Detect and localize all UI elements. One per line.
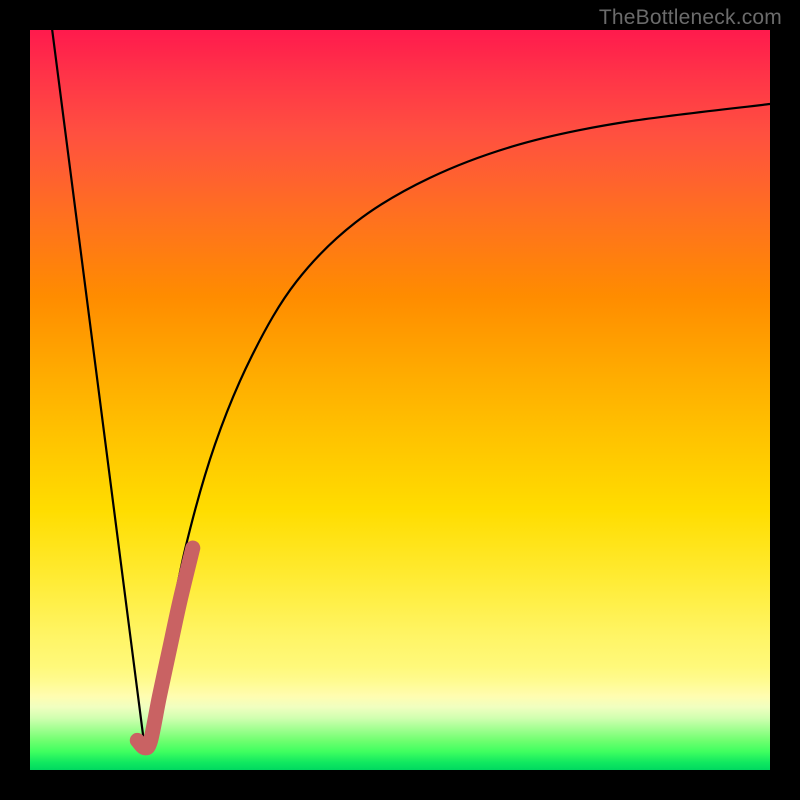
chart-frame: TheBottleneck.com	[0, 0, 800, 800]
watermark-text: TheBottleneck.com	[599, 6, 782, 30]
series-highlight-segment	[137, 548, 193, 748]
curve-layer	[30, 30, 770, 770]
series-right-asymptote	[145, 104, 770, 748]
series-left-linear-drop	[52, 30, 145, 748]
plot-area	[30, 30, 770, 770]
